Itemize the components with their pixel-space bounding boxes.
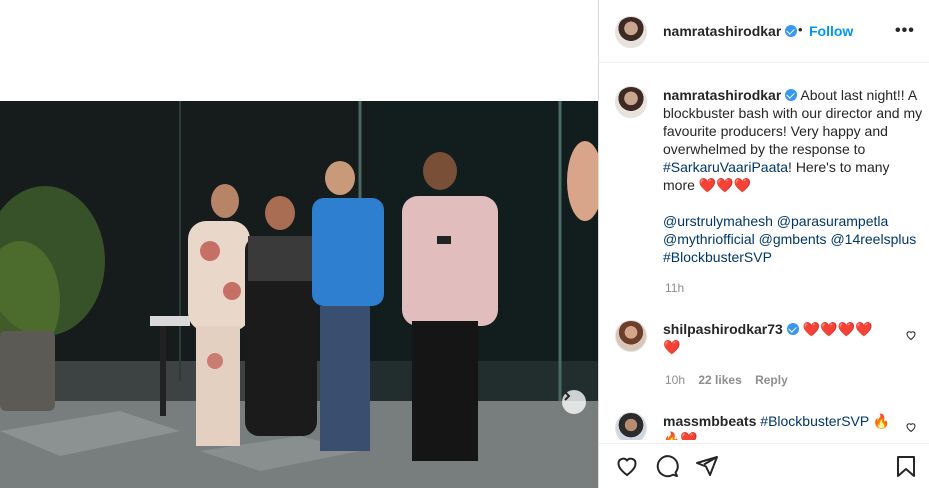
separator-dot: •	[798, 22, 803, 37]
post-action-bar	[599, 443, 929, 488]
post-side-panel: namratashirodkar • Follow ••• namratashi…	[598, 0, 929, 488]
comment-text: massmbbeats #BlockbusterSVP 🔥 🔥❤️	[663, 412, 903, 440]
comment-like-heart-icon[interactable]	[905, 329, 917, 341]
verified-badge-icon	[785, 89, 798, 101]
author-username-link[interactable]: namratashirodkar	[663, 23, 798, 41]
comment-emojis: ❤️❤️❤️❤️	[802, 321, 873, 337]
comment-text: shilpashirodkar73 ❤️❤️❤️❤️ ❤️	[663, 320, 903, 356]
heart-icon[interactable]	[615, 454, 639, 478]
comment-like-heart-icon[interactable]	[905, 421, 917, 433]
commenter-username[interactable]: shilpashirodkar73	[663, 321, 783, 337]
comment-reply-button[interactable]: Reply	[755, 373, 788, 387]
comment-time[interactable]: 10h	[665, 373, 685, 387]
commenter-avatar[interactable]	[615, 320, 647, 352]
share-icon[interactable]	[695, 454, 719, 478]
comment-hashtag[interactable]: #BlockbusterSVP 🔥	[760, 413, 890, 429]
mentions-links[interactable]: @urstrulymahesh @parasurampetla @mythrio…	[663, 213, 916, 247]
caption-text: namratashirodkar About last night!! A bl…	[663, 86, 923, 266]
caption-hearts: ❤️❤️❤️	[698, 177, 752, 193]
comment-item: massmbbeats #BlockbusterSVP 🔥 🔥❤️	[615, 412, 925, 440]
hashtag-link[interactable]: #SarkaruVaariPaata	[663, 159, 788, 175]
commenter-username[interactable]: massmbbeats	[663, 413, 756, 429]
verified-badge-icon	[786, 323, 799, 335]
post-photo[interactable]	[0, 101, 598, 488]
follow-button[interactable]: Follow	[809, 23, 853, 39]
hashtag-link-2[interactable]: #BlockbusterSVP	[663, 249, 772, 265]
photo-illustration	[0, 101, 598, 488]
more-options-icon[interactable]: •••	[895, 22, 915, 40]
comment-likes[interactable]: 22 likes	[698, 373, 741, 387]
bookmark-icon[interactable]	[895, 454, 917, 478]
commenter-avatar[interactable]	[615, 412, 647, 440]
caption-avatar[interactable]	[615, 86, 647, 118]
next-slide-button[interactable]	[562, 390, 586, 414]
comment-emojis-2: 🔥❤️	[663, 431, 698, 440]
author-avatar[interactable]	[615, 16, 647, 48]
post-header: namratashirodkar • Follow •••	[599, 0, 929, 63]
comment-icon[interactable]	[655, 454, 679, 478]
caption-username[interactable]: namratashirodkar	[663, 87, 781, 103]
comment-meta: 10h 22 likes Reply	[665, 373, 798, 387]
comment-emojis-2: ❤️	[663, 339, 681, 355]
author-username[interactable]: namratashirodkar	[663, 23, 781, 39]
post-time[interactable]: 11h	[665, 281, 684, 295]
chevron-right-icon	[564, 391, 571, 401]
verified-badge-icon	[785, 25, 798, 37]
media-pane	[0, 0, 598, 488]
